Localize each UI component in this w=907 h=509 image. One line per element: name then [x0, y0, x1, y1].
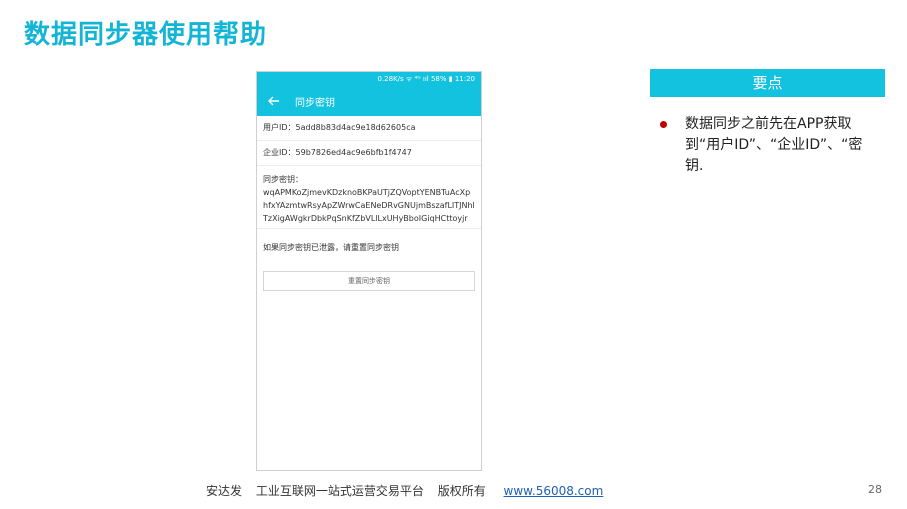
- key-points-header: 要点: [650, 69, 885, 97]
- footer: 安达发 工业互联网一站式运营交易平台 版权所有 www.56008.com: [206, 482, 603, 499]
- phone-screenshot: 0.28K/s ᯤ ⁴ᴳ ııl 58% ▮ 11:20 同步密钥 用户ID：5…: [256, 71, 482, 471]
- footer-slogan: 工业互联网一站式运营交易平台: [255, 484, 424, 498]
- key-points-body: 数据同步之前先在APP获取到“用户ID”、“企业ID”、“密钥.: [660, 114, 880, 177]
- page-number: 28: [868, 483, 882, 496]
- slide-title: 数据同步器使用帮助: [24, 20, 268, 50]
- bullet-dot-icon: [660, 121, 667, 128]
- status-bar: 0.28K/s ᯤ ⁴ᴳ ııl 58% ▮ 11:20: [257, 72, 481, 86]
- company-id-row: 企业ID：59b7826ed4ac9e6bfb1f4747: [257, 141, 481, 166]
- company-id-text: 企业ID：59b7826ed4ac9e6bfb1f4747: [263, 148, 412, 157]
- footer-company: 安达发: [206, 484, 243, 498]
- reset-sync-key-button[interactable]: 重置同步密钥: [263, 271, 475, 291]
- app-bar: 同步密钥: [257, 86, 481, 116]
- footer-rights: 版权所有: [437, 484, 486, 498]
- user-id-text: 用户ID：5add8b83d4ac9e18d62605ca: [263, 123, 416, 132]
- sync-key-label: 同步密钥：: [263, 175, 303, 184]
- sync-key-row: 同步密钥： wqAPMKoZjmevKDzknoBKPaUTjZQVoptYEN…: [257, 166, 481, 229]
- bullet-text: 数据同步之前先在APP获取到“用户ID”、“企业ID”、“密钥.: [685, 116, 863, 174]
- back-arrow-icon[interactable]: [267, 94, 281, 108]
- sync-key-value: wqAPMKoZjmevKDzknoBKPaUTjZQVoptYENBTuAcX…: [263, 188, 475, 223]
- screen-title: 同步密钥: [295, 97, 335, 109]
- footer-website-link[interactable]: www.56008.com: [504, 484, 604, 498]
- user-id-row: 用户ID：5add8b83d4ac9e18d62605ca: [257, 116, 481, 141]
- leak-notice: 如果同步密钥已泄露，请重置同步密钥: [263, 243, 399, 252]
- bullet-item: 数据同步之前先在APP获取到“用户ID”、“企业ID”、“密钥.: [660, 114, 880, 177]
